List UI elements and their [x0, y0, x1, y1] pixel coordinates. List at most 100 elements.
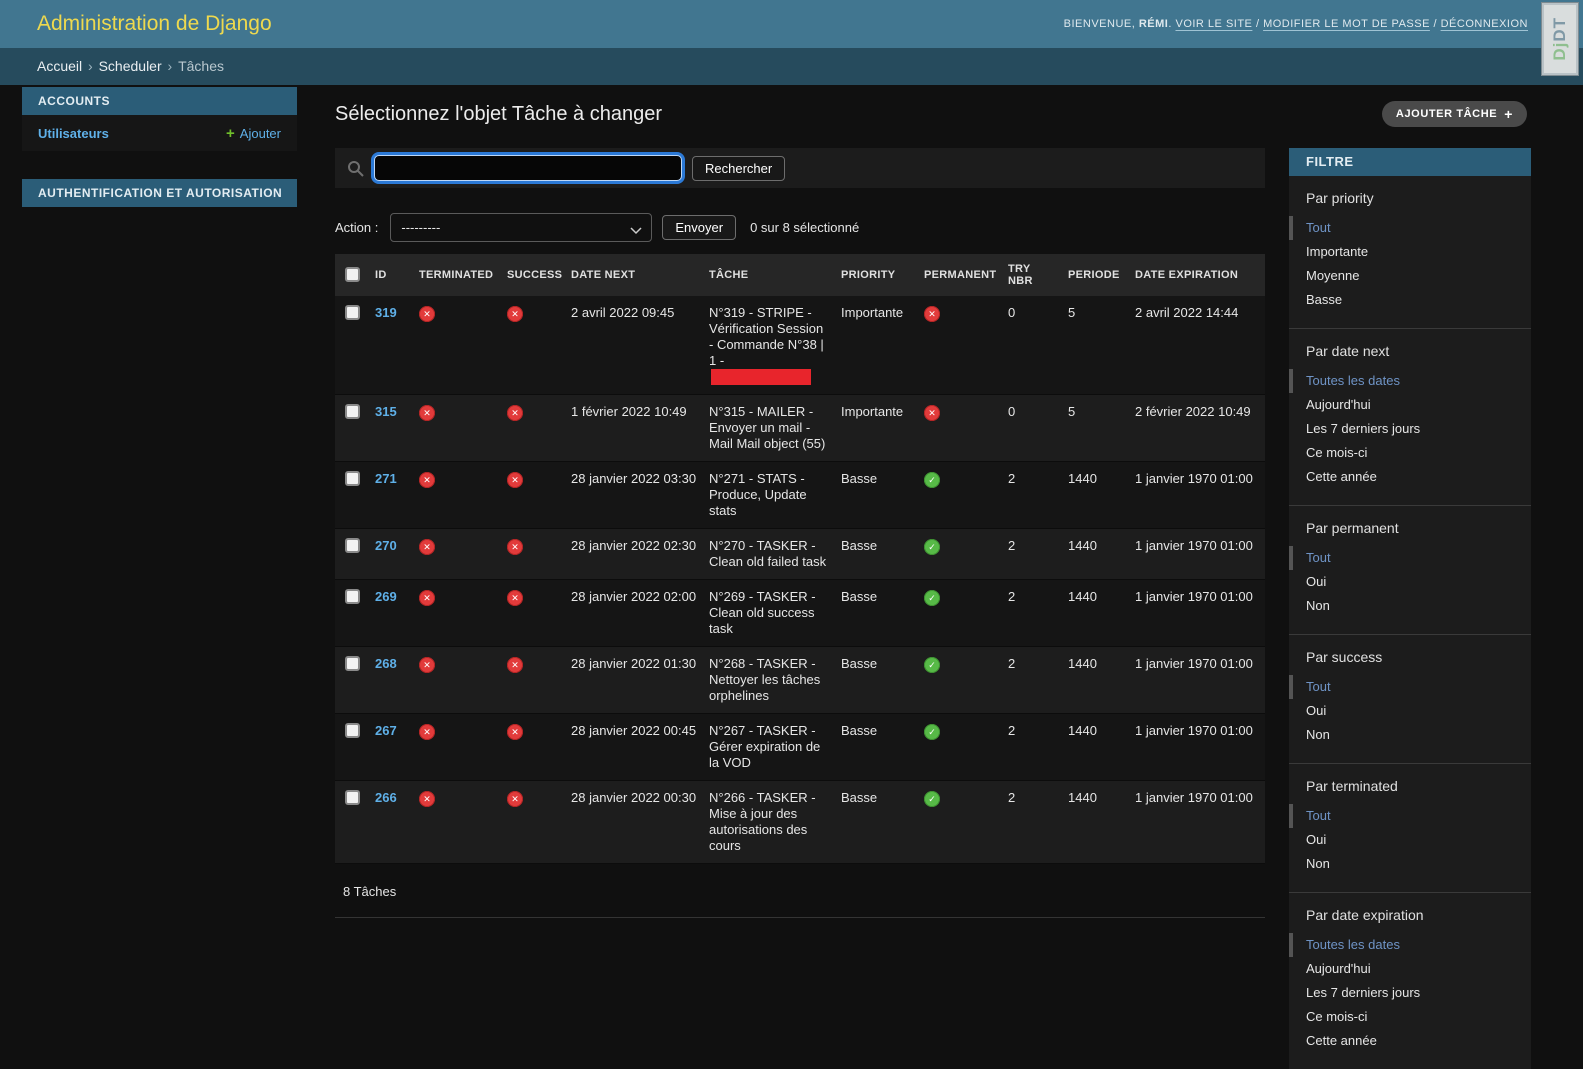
- terminated-cell: ✕: [413, 395, 501, 462]
- date-next-cell: 28 janvier 2022 00:30: [565, 781, 703, 864]
- column-header-periode[interactable]: PERIODE: [1062, 254, 1129, 296]
- row-checkbox[interactable]: [345, 404, 360, 419]
- task-id-link[interactable]: 319: [375, 305, 397, 320]
- filter-options-list: Tout Importante Moyenne Basse: [1289, 216, 1531, 312]
- welcome-text: BIENVENUE,: [1064, 18, 1136, 30]
- select-all-checkbox[interactable]: [345, 267, 360, 282]
- add-task-button[interactable]: AJOUTER TÂCHE +: [1382, 101, 1527, 127]
- success-cell: ✕: [501, 647, 565, 714]
- task-id-cell: 267: [369, 714, 413, 781]
- table-row: 267✕✕28 janvier 2022 00:45N°267 - TASKER…: [335, 714, 1265, 781]
- column-header-priority[interactable]: PRIORITY: [835, 254, 918, 296]
- no-icon: ✕: [419, 405, 435, 421]
- date-expiration-cell: 1 janvier 1970 01:00: [1129, 714, 1265, 781]
- column-header-id[interactable]: ID: [369, 254, 413, 296]
- sidebar-module-accounts: ACCOUNTS Utilisateurs +Ajouter: [22, 87, 297, 151]
- task-id-link[interactable]: 266: [375, 790, 397, 805]
- no-icon: ✕: [419, 791, 435, 807]
- filter-option: Les 7 derniers jours: [1289, 417, 1531, 441]
- action-select[interactable]: ---------: [390, 213, 652, 242]
- yes-icon: ✓: [924, 472, 940, 488]
- filter-option-link[interactable]: Ce mois-ci: [1306, 445, 1367, 460]
- filter-option-link[interactable]: Les 7 derniers jours: [1306, 985, 1420, 1000]
- action-submit-button[interactable]: Envoyer: [662, 215, 736, 240]
- filter-option-link[interactable]: Ce mois-ci: [1306, 1009, 1367, 1024]
- row-checkbox[interactable]: [345, 656, 360, 671]
- filter-options-list: Tout Oui Non: [1289, 546, 1531, 618]
- filter-option-link[interactable]: Tout: [1306, 679, 1331, 694]
- search-button[interactable]: Rechercher: [692, 156, 785, 181]
- column-header-terminated[interactable]: TERMINATED: [413, 254, 501, 296]
- no-icon: ✕: [507, 590, 523, 606]
- filter-option-link[interactable]: Cette année: [1306, 1033, 1377, 1048]
- task-id-link[interactable]: 270: [375, 538, 397, 553]
- filter-option-link[interactable]: Oui: [1306, 832, 1326, 847]
- filter-option: Non: [1289, 723, 1531, 747]
- row-select-cell: [335, 647, 369, 714]
- filter-option-link[interactable]: Tout: [1306, 550, 1331, 565]
- breadcrumb: Accueil › Scheduler › Tâches: [0, 48, 1583, 85]
- row-checkbox[interactable]: [345, 471, 360, 486]
- date-next-cell: 28 janvier 2022 00:45: [565, 714, 703, 781]
- filter-option-link[interactable]: Aujourd'hui: [1306, 397, 1371, 412]
- column-header-permanent[interactable]: PERMANENT: [918, 254, 1002, 296]
- filter-option-link[interactable]: Cette année: [1306, 469, 1377, 484]
- filter-option-link[interactable]: Toutes les dates: [1306, 373, 1400, 388]
- breadcrumb-item[interactable]: Scheduler: [99, 58, 162, 74]
- column-header-success[interactable]: SUCCESS: [501, 254, 565, 296]
- search-input[interactable]: [374, 155, 682, 181]
- row-checkbox[interactable]: [345, 790, 360, 805]
- filter-option-link[interactable]: Non: [1306, 598, 1330, 613]
- utilisateurs-link[interactable]: Utilisateurs: [38, 126, 109, 141]
- column-header-try-nbr[interactable]: TRY NBR: [1002, 254, 1062, 296]
- row-checkbox[interactable]: [345, 305, 360, 320]
- user-tool-link[interactable]: DÉCONNEXION: [1441, 18, 1528, 30]
- row-checkbox[interactable]: [345, 589, 360, 604]
- filter-option-link[interactable]: Non: [1306, 727, 1330, 742]
- user-tool-link[interactable]: MODIFIER LE MOT DE PASSE: [1263, 18, 1430, 30]
- task-id-link[interactable]: 268: [375, 656, 397, 671]
- terminated-cell: ✕: [413, 781, 501, 864]
- task-table-body: 319✕✕2 avril 2022 09:45N°319 - STRIPE - …: [335, 296, 1265, 864]
- row-checkbox[interactable]: [345, 538, 360, 553]
- column-header-date-expiration[interactable]: DATE EXPIRATION: [1129, 254, 1265, 296]
- row-checkbox[interactable]: [345, 723, 360, 738]
- filter-option-link[interactable]: Oui: [1306, 703, 1326, 718]
- column-header-tache[interactable]: TÂCHE: [703, 254, 835, 296]
- yes-icon: ✓: [924, 657, 940, 673]
- filter-option-link[interactable]: Toutes les dates: [1306, 937, 1400, 952]
- table-row: 268✕✕28 janvier 2022 01:30N°268 - TASKER…: [335, 647, 1265, 714]
- user-tool-link[interactable]: VOIR LE SITE: [1175, 18, 1252, 30]
- no-icon: ✕: [419, 724, 435, 740]
- add-user-link[interactable]: +Ajouter: [226, 126, 281, 141]
- filter-option-link[interactable]: Les 7 derniers jours: [1306, 421, 1420, 436]
- filter-option-link[interactable]: Moyenne: [1306, 268, 1359, 283]
- task-id-link[interactable]: 315: [375, 404, 397, 419]
- breadcrumb-item[interactable]: Accueil: [37, 58, 82, 74]
- table-row: 266✕✕28 janvier 2022 00:30N°266 - TASKER…: [335, 781, 1265, 864]
- user-links: . VOIR LE SITE / MODIFIER LE MOT DE PASS…: [1168, 18, 1528, 30]
- task-id-cell: 269: [369, 580, 413, 647]
- djdt-toggle-button[interactable]: DjDT: [1541, 2, 1579, 76]
- priority-cell: Basse: [835, 529, 918, 580]
- task-id-link[interactable]: 267: [375, 723, 397, 738]
- periode-cell: 1440: [1062, 714, 1129, 781]
- filter-option-link[interactable]: Basse: [1306, 292, 1342, 307]
- filter-option-link[interactable]: Importante: [1306, 244, 1368, 259]
- try-nbr-cell: 2: [1002, 647, 1062, 714]
- column-header-date-next[interactable]: DATE NEXT: [565, 254, 703, 296]
- filter-option-link[interactable]: Tout: [1306, 808, 1331, 823]
- filter-option-link[interactable]: Tout: [1306, 220, 1331, 235]
- actions-row: Action : --------- Envoyer 0 sur 8 sélec…: [335, 213, 1265, 242]
- task-id-cell: 268: [369, 647, 413, 714]
- filter-option-link[interactable]: Oui: [1306, 574, 1326, 589]
- priority-cell: Basse: [835, 647, 918, 714]
- task-id-link[interactable]: 271: [375, 471, 397, 486]
- task-id-link[interactable]: 269: [375, 589, 397, 604]
- filter-option-link[interactable]: Non: [1306, 856, 1330, 871]
- filter-group-title: Par priority: [1289, 190, 1531, 206]
- filter-option: Oui: [1289, 570, 1531, 594]
- filter-option-link[interactable]: Aujourd'hui: [1306, 961, 1371, 976]
- no-icon: ✕: [419, 657, 435, 673]
- tache-cell: N°270 - TASKER - Clean old failed task: [703, 529, 835, 580]
